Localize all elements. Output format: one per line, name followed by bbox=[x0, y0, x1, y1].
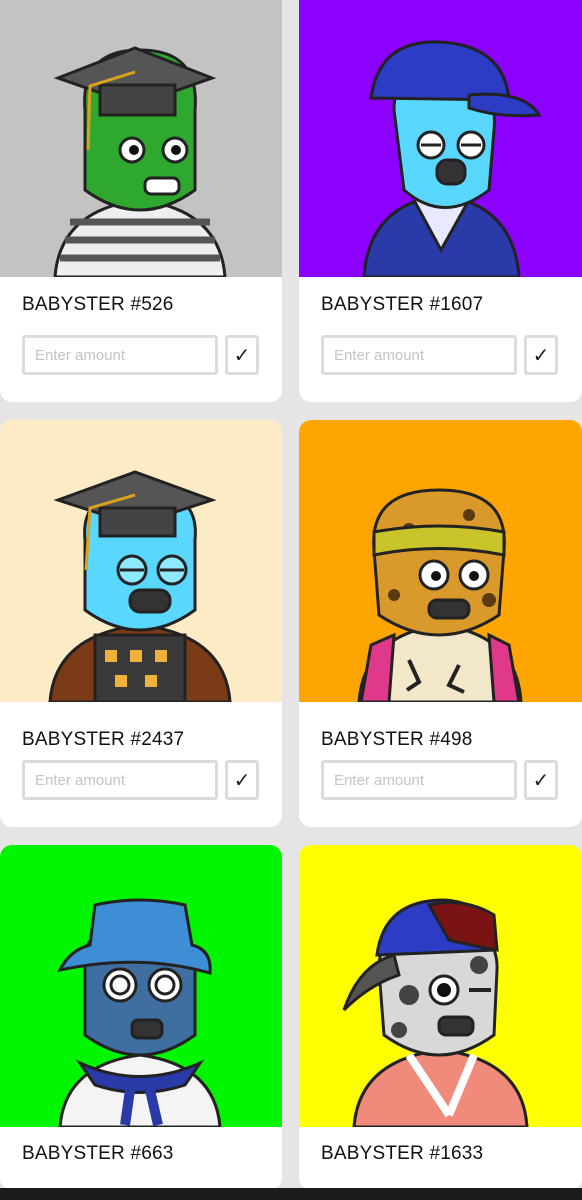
nft-image bbox=[299, 0, 582, 277]
nft-title: BABYSTER #1607 bbox=[321, 294, 484, 315]
nft-image bbox=[299, 420, 582, 702]
nft-card[interactable]: BABYSTER #1633 bbox=[299, 845, 582, 1190]
confirm-button[interactable]: ✓ bbox=[524, 760, 558, 800]
nft-card[interactable]: BABYSTER #526 ✓ bbox=[0, 0, 282, 402]
amount-input[interactable] bbox=[22, 760, 218, 800]
confirm-button[interactable]: ✓ bbox=[225, 335, 259, 375]
confirm-button[interactable]: ✓ bbox=[225, 760, 259, 800]
nft-image bbox=[299, 845, 582, 1127]
nft-image bbox=[0, 845, 282, 1127]
nft-title: BABYSTER #526 bbox=[22, 294, 174, 315]
nft-title: BABYSTER #498 bbox=[321, 729, 473, 750]
amount-input[interactable] bbox=[321, 335, 517, 375]
nft-title: BABYSTER #1633 bbox=[321, 1143, 484, 1164]
amount-input[interactable] bbox=[321, 760, 517, 800]
nft-card[interactable]: BABYSTER #2437 ✓ bbox=[0, 420, 282, 827]
nft-card[interactable]: BABYSTER #1607 ✓ bbox=[299, 0, 582, 402]
nft-title: BABYSTER #663 bbox=[22, 1143, 174, 1164]
confirm-button[interactable]: ✓ bbox=[524, 335, 558, 375]
nft-card[interactable]: BABYSTER #498 ✓ bbox=[299, 420, 582, 827]
bottom-bar bbox=[0, 1188, 582, 1200]
nft-image bbox=[0, 0, 282, 277]
amount-input[interactable] bbox=[22, 335, 218, 375]
nft-card[interactable]: BABYSTER #663 bbox=[0, 845, 282, 1190]
nft-image bbox=[0, 420, 282, 702]
nft-grid: BABYSTER #526 ✓ BABYSTER #1607 ✓ bbox=[0, 0, 582, 1200]
nft-title: BABYSTER #2437 bbox=[22, 729, 185, 750]
